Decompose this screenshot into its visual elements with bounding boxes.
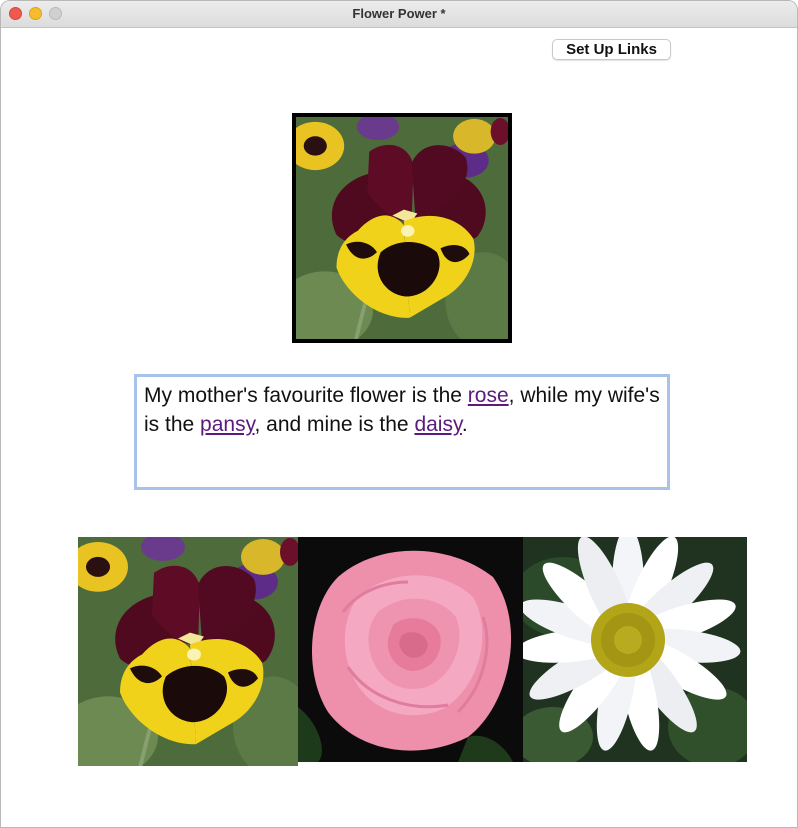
rose-thumbnail-image xyxy=(298,537,523,762)
text-segment: . xyxy=(461,413,468,436)
daisy-link[interactable]: daisy xyxy=(414,413,461,436)
title-bar[interactable]: Flower Power * xyxy=(1,1,797,28)
pansy-image xyxy=(296,117,508,339)
daisy-thumbnail[interactable] xyxy=(523,537,747,762)
text-segment: My mother's favourite flower is the xyxy=(144,384,468,407)
daisy-thumbnail-image xyxy=(523,537,747,762)
text-segment: , and mine is the xyxy=(254,413,415,436)
rose-thumbnail[interactable] xyxy=(298,537,523,762)
rose-link[interactable]: rose xyxy=(468,384,509,407)
pansy-thumbnail-image xyxy=(78,537,298,766)
app-window: Flower Power * Set Up Links My mother's … xyxy=(0,0,798,828)
flower-text-area[interactable]: My mother's favourite flower is the rose… xyxy=(134,374,670,490)
main-flower-image xyxy=(292,113,512,343)
window-title: Flower Power * xyxy=(352,6,446,21)
set-up-links-button[interactable]: Set Up Links xyxy=(552,39,671,60)
pansy-link[interactable]: pansy xyxy=(200,413,254,436)
pansy-thumbnail[interactable] xyxy=(78,537,298,766)
